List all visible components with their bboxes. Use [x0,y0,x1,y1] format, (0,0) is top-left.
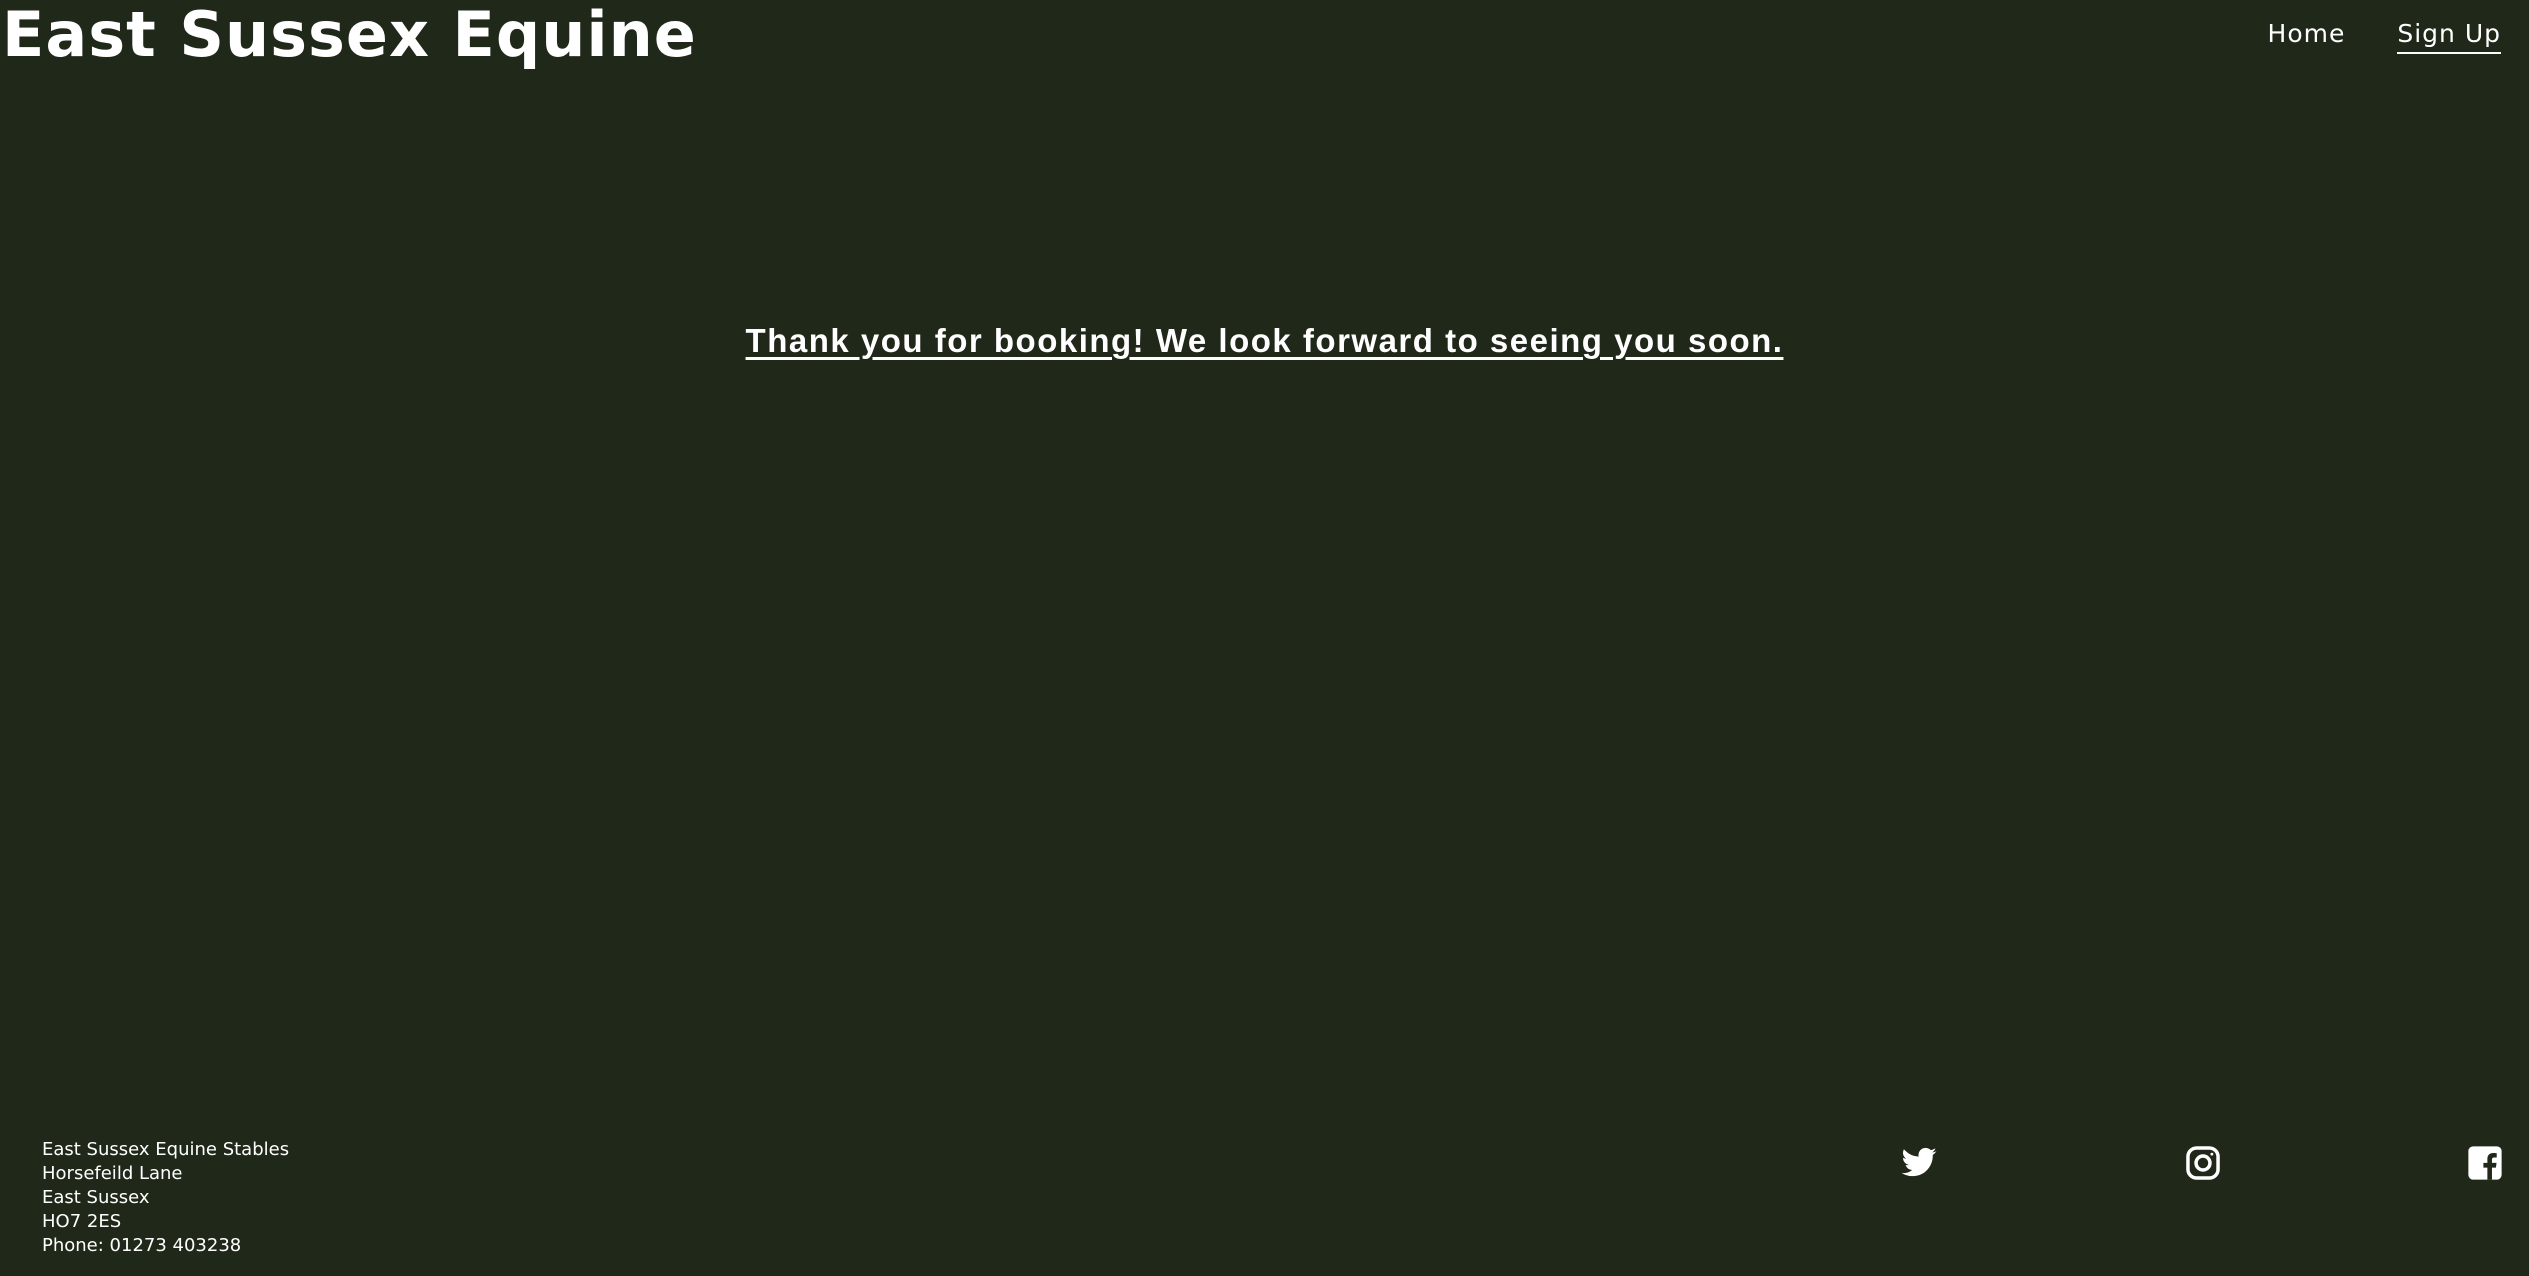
address-line: East Sussex Equine Stables [42,1139,290,1160]
address-line: HO7 2ES [42,1211,122,1232]
booking-confirmation-message: Thank you for booking! We look forward t… [745,322,1784,359]
main-nav: Home Sign Up [2268,16,2501,54]
facebook-icon[interactable] [2466,1144,2504,1182]
twitter-icon[interactable] [1900,1144,1938,1182]
nav-sign-up-link[interactable]: Sign Up [2397,16,2501,54]
footer-address: East Sussex Equine Stables Horsefeild La… [42,1138,289,1258]
site-title[interactable]: East Sussex Equine [2,0,697,72]
instagram-icon[interactable] [2184,1144,2222,1182]
address-phone: Phone: 01273 403238 [42,1235,242,1256]
page: East Sussex Equine Home Sign Up Thank yo… [0,0,2529,1276]
address-line: East Sussex [42,1187,150,1208]
address-line: Horsefeild Lane [42,1163,183,1184]
nav-home-link[interactable]: Home [2268,16,2346,54]
